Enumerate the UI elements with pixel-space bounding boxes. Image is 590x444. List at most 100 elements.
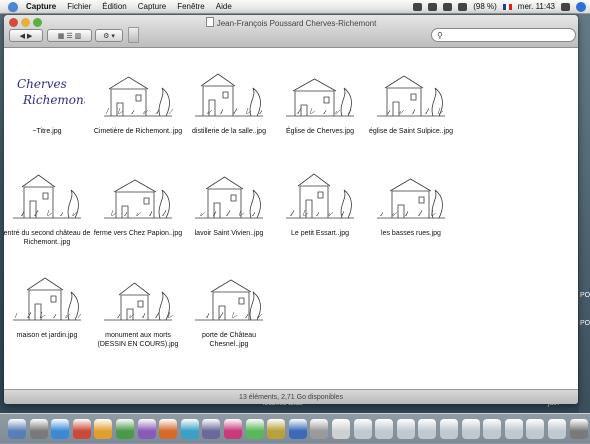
sketch-drawing bbox=[104, 282, 174, 321]
file-item[interactable]: église de Saint Sulpice..jpg bbox=[366, 64, 456, 136]
menu-edition[interactable]: Édition bbox=[102, 2, 126, 11]
file-name-label: entré du second château de Richemont..jp… bbox=[4, 230, 91, 246]
search-field[interactable]: ⚲ bbox=[431, 28, 576, 42]
sketch-drawing bbox=[286, 78, 354, 117]
image-thumbnail bbox=[9, 268, 85, 328]
file-item[interactable]: Cimetière de Richemont..jpg bbox=[93, 64, 183, 136]
dock-app-icon[interactable] bbox=[137, 419, 156, 439]
back-forward-buttons[interactable]: ◀ ▶ bbox=[9, 29, 43, 42]
image-thumbnail bbox=[100, 268, 176, 328]
file-name-label: monument aux morts (DESSIN EN COURS).jpg bbox=[97, 332, 179, 348]
sketch-drawing bbox=[195, 279, 263, 321]
dock-app-icon[interactable] bbox=[72, 419, 91, 439]
file-item[interactable]: les basses rues.jpg bbox=[366, 166, 456, 238]
file-item[interactable]: distillerie de la salle..jpg bbox=[184, 64, 274, 136]
file-name-label: ferme vers Chez Papion..jpg bbox=[93, 230, 183, 237]
window-title: Jean-François Poussard Cherves-Richemont bbox=[4, 17, 578, 28]
finder-dock-icon[interactable] bbox=[8, 419, 26, 439]
input-flag-icon[interactable] bbox=[502, 3, 512, 10]
dock-app-icon[interactable] bbox=[224, 419, 242, 439]
file-name-label: lavoir Saint Vivien..jpg bbox=[194, 230, 264, 237]
dock-app-icon[interactable] bbox=[159, 419, 178, 439]
sketch-drawing bbox=[377, 75, 445, 117]
wifi-icon[interactable] bbox=[443, 2, 453, 11]
image-thumbnail bbox=[191, 166, 267, 226]
dock-app-icon[interactable] bbox=[526, 419, 545, 439]
search-input[interactable] bbox=[442, 30, 566, 40]
dock-app-icon[interactable] bbox=[310, 419, 329, 439]
dock-app-icon[interactable] bbox=[418, 419, 437, 439]
file-name-label: les basses rues.jpg bbox=[381, 230, 441, 237]
dock-app-icon[interactable] bbox=[440, 419, 458, 439]
dock-app-icon[interactable] bbox=[353, 419, 372, 439]
sketch-drawing bbox=[13, 277, 82, 321]
dock-app-icon[interactable] bbox=[116, 419, 134, 439]
menu-aide[interactable]: Aide bbox=[216, 2, 232, 11]
file-name-label: église de Saint Sulpice..jpg bbox=[368, 128, 454, 135]
file-item[interactable]: Le petit Essart..jpg bbox=[275, 166, 365, 238]
menu-fenetre[interactable]: Fenêtre bbox=[177, 2, 205, 11]
dock-app-icon[interactable] bbox=[396, 419, 415, 439]
image-thumbnail: Cherves Richemont bbox=[9, 64, 85, 124]
path-icon[interactable] bbox=[128, 27, 139, 43]
battery-percent[interactable]: (98 %) bbox=[473, 2, 497, 11]
file-item[interactable]: Cherves Richemont ~Titre.jpg bbox=[4, 64, 92, 136]
file-name-label: distillerie de la salle..jpg bbox=[192, 128, 266, 135]
image-thumbnail bbox=[9, 166, 85, 226]
file-item[interactable]: entré du second château de Richemont..jp… bbox=[4, 166, 92, 247]
desktop-background bbox=[579, 14, 590, 414]
file-item[interactable]: Église de Cherves.jpg bbox=[275, 64, 365, 136]
desktop-label: PO bbox=[580, 320, 590, 327]
dock-app-icon[interactable] bbox=[94, 419, 113, 439]
menu-extras: (98 %) mer. 11:43 bbox=[413, 0, 586, 13]
dock-app-icon[interactable] bbox=[504, 419, 523, 439]
title-art-line2: Richemont bbox=[22, 93, 85, 107]
trash-dock-icon[interactable] bbox=[569, 419, 588, 439]
sketch-drawing bbox=[286, 173, 354, 219]
sketch-drawing bbox=[195, 176, 263, 219]
dock-app-icon[interactable] bbox=[483, 419, 502, 439]
file-name-label: porte de Château Chesnel..jpg bbox=[201, 332, 257, 348]
sketch-drawing bbox=[377, 178, 445, 219]
dock-app-icon[interactable] bbox=[202, 419, 221, 439]
dock-app-icon[interactable] bbox=[288, 419, 307, 439]
status-icon[interactable] bbox=[413, 2, 423, 11]
dock-app-icon[interactable] bbox=[180, 419, 199, 439]
menu-fichier[interactable]: Fichier bbox=[67, 2, 91, 11]
dock bbox=[0, 413, 590, 444]
file-item[interactable]: lavoir Saint Vivien..jpg bbox=[184, 166, 274, 238]
apple-menu-icon[interactable] bbox=[8, 1, 18, 12]
menu-capture[interactable]: Capture bbox=[138, 2, 166, 11]
file-item[interactable]: porte de Château Chesnel..jpg bbox=[184, 268, 274, 349]
menu-clock[interactable]: mer. 11:43 bbox=[518, 2, 555, 11]
dock-app-icon[interactable] bbox=[332, 419, 350, 439]
battery-icon[interactable] bbox=[458, 2, 468, 11]
window-titlebar[interactable]: Jean-François Poussard Cherves-Richemont… bbox=[4, 15, 578, 48]
sketch-drawing bbox=[104, 179, 172, 219]
dock-app-icon[interactable] bbox=[245, 419, 264, 439]
desktop-label: PO bbox=[580, 292, 590, 299]
status-bar: 13 éléments, 2,71 Go disponibles bbox=[4, 389, 578, 404]
dock-app-icon[interactable] bbox=[548, 419, 566, 439]
window-title-text: Jean-François Poussard Cherves-Richemont bbox=[216, 19, 377, 28]
file-item[interactable]: monument aux morts (DESSIN EN COURS).jpg bbox=[93, 268, 183, 349]
dock-app-icon[interactable] bbox=[267, 419, 286, 439]
file-item[interactable]: ferme vers Chez Papion..jpg bbox=[93, 166, 183, 238]
image-thumbnail bbox=[282, 64, 358, 124]
dock-app-icon[interactable] bbox=[51, 419, 70, 439]
title-art-line1: Cherves bbox=[17, 77, 67, 91]
bluetooth-icon[interactable] bbox=[561, 2, 570, 11]
view-mode-buttons[interactable]: ▦ ☰ ▥ bbox=[47, 29, 92, 42]
menu-app-capture[interactable]: Capture bbox=[26, 2, 56, 11]
spotlight-icon[interactable] bbox=[576, 1, 586, 12]
sketch-drawing bbox=[195, 73, 263, 117]
file-item[interactable]: maison et jardin.jpg bbox=[4, 268, 92, 340]
finder-window: Jean-François Poussard Cherves-Richemont… bbox=[4, 15, 578, 404]
volume-icon[interactable] bbox=[428, 2, 438, 11]
dock-app-icon[interactable] bbox=[461, 419, 480, 439]
image-thumbnail bbox=[100, 64, 176, 124]
action-menu-button[interactable]: ⚙ ▾ bbox=[95, 29, 123, 42]
dock-app-icon[interactable] bbox=[375, 419, 394, 439]
dock-app-icon[interactable] bbox=[29, 419, 48, 439]
file-icon-view[interactable]: Cherves Richemont ~Titre.jpg Cimetière de R… bbox=[4, 48, 578, 389]
